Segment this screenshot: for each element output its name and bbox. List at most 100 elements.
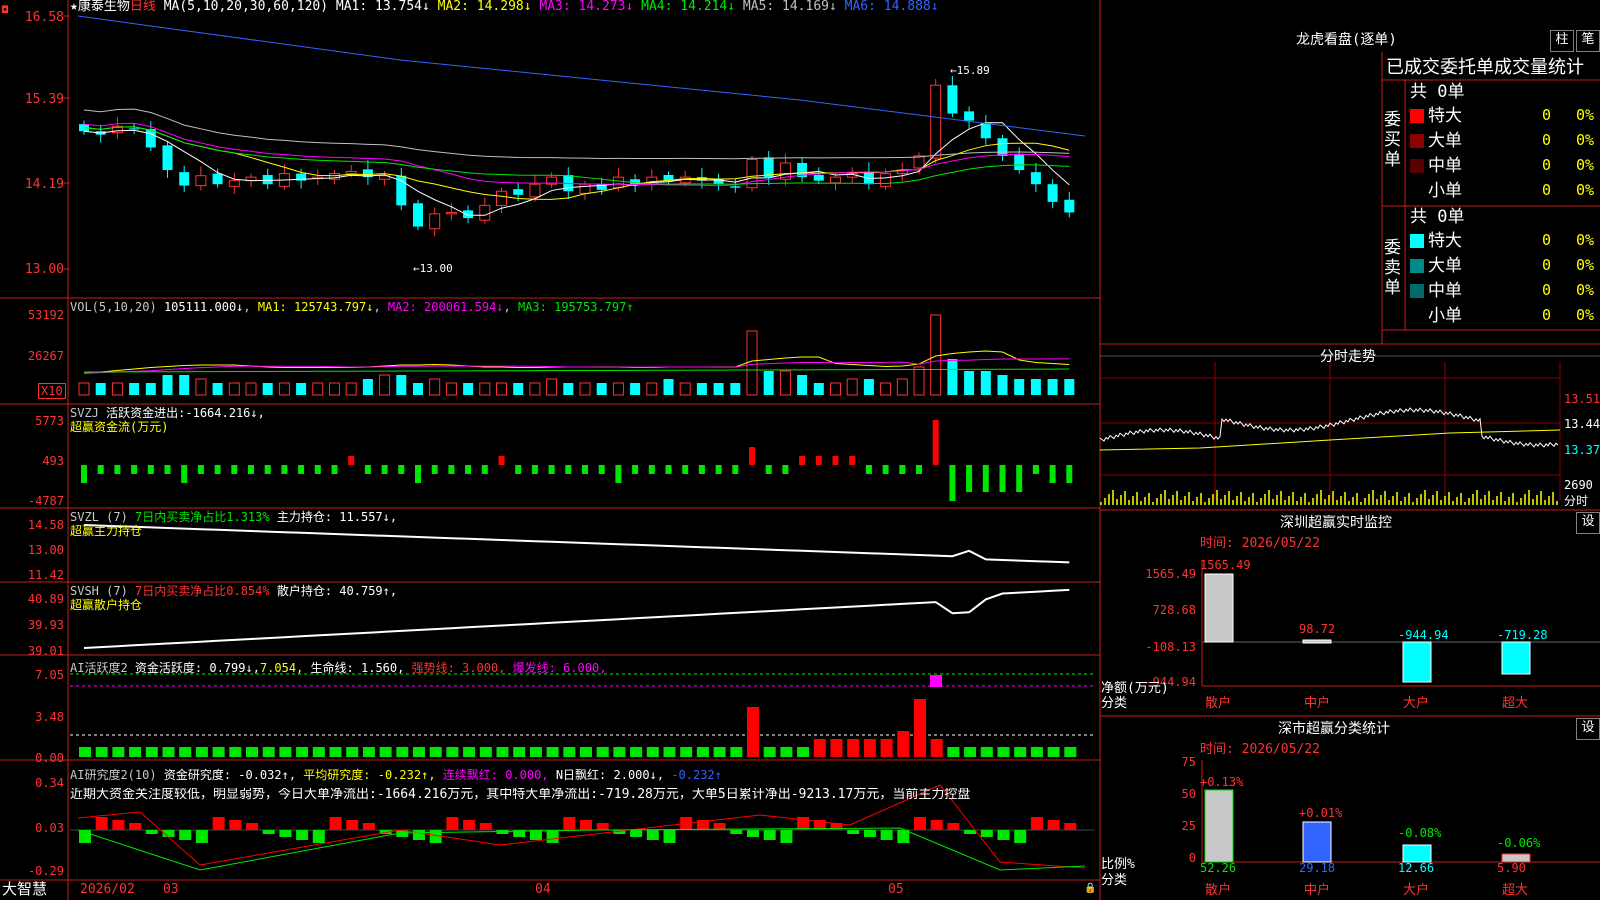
ai1-bar: [379, 747, 392, 757]
class-bar: [1204, 789, 1234, 863]
candle-down: [212, 173, 223, 185]
ai2-bar-pos: [446, 817, 459, 830]
ai1-bar: [663, 747, 676, 757]
vol-bar-down: [1064, 379, 1075, 395]
svzj-bar-neg: [515, 465, 522, 474]
candle-down: [463, 210, 474, 219]
timeline-month-05: 05: [888, 882, 904, 897]
candle-down: [763, 157, 774, 178]
intraday-vol-bar: [1324, 499, 1326, 505]
vol-bar-down: [947, 359, 958, 395]
candle-down: [730, 186, 741, 188]
order-row[interactable]: 小单: [1410, 181, 1462, 201]
candle-up: [479, 204, 491, 221]
vol-unit-badge[interactable]: X10: [38, 383, 66, 399]
order-row-label: 小单: [1428, 306, 1462, 326]
intraday-vol-bar: [1216, 490, 1218, 505]
order-row[interactable]: 大单: [1410, 131, 1462, 151]
ai2-bar-neg: [980, 830, 993, 837]
order-stats-title: 已成交委托单成交量统计: [1386, 57, 1584, 78]
ai2-bar-neg: [847, 830, 860, 834]
ai2-bar-neg: [747, 830, 759, 837]
candle-down: [813, 175, 824, 181]
star-icon[interactable]: ★: [70, 0, 78, 14]
ai2-bar-neg: [262, 830, 275, 834]
intraday-vol-bar: [1120, 495, 1122, 505]
ma-value: MA6: 14.888↓: [844, 0, 939, 14]
svzj-bar-neg: [131, 465, 138, 474]
period-label[interactable]: 日线: [130, 0, 156, 14]
order-row[interactable]: 特大: [1410, 231, 1462, 251]
intraday-vol-bar: [1516, 502, 1518, 505]
class-settings-button[interactable]: 设: [1576, 718, 1600, 740]
ai2-bar-neg: [413, 830, 425, 840]
ai1-bar: [847, 739, 860, 757]
order-row[interactable]: 中单: [1410, 156, 1462, 176]
vol-bar-up: [679, 382, 691, 396]
ai2-bar-pos: [229, 820, 242, 830]
tick-view-button[interactable]: 笔: [1576, 30, 1600, 52]
order-row-count: 0: [1542, 156, 1552, 174]
svzj-bar-neg: [698, 465, 705, 474]
ai2-val1: 资金研究度: -0.032↑,: [163, 768, 297, 782]
lock-icon[interactable]: 🔒: [1084, 882, 1096, 896]
ai2-bar-neg: [663, 830, 676, 843]
order-color-swatch: [1410, 184, 1424, 198]
ai1-bar: [513, 747, 526, 757]
intraday-vol-bar: [1312, 498, 1314, 505]
vol-bar-down: [162, 375, 173, 395]
candle-down: [179, 172, 190, 186]
ai1-bar: [730, 747, 743, 757]
bar-view-button[interactable]: 柱: [1550, 30, 1574, 52]
class-bar-value: 29.18: [1299, 861, 1336, 875]
monitor-settings-button[interactable]: 设: [1576, 512, 1600, 534]
intraday-vol-bar: [1136, 492, 1138, 505]
order-row[interactable]: 特大: [1410, 106, 1462, 126]
intraday-vol-bar: [1552, 492, 1554, 505]
brand-label[interactable]: 大智慧: [2, 882, 47, 897]
ai1-bar: [880, 739, 893, 757]
svsh-header: SVSH (7) 7日内买卖净占比0.854% 散户持仓: 40.759↑,: [70, 584, 397, 598]
vol-bar-down: [129, 383, 140, 395]
candle-up: [496, 190, 507, 206]
monitor-bar-value: 98.72: [1299, 622, 1336, 636]
ai1-bar: [279, 747, 292, 757]
intraday-vol-bar: [1264, 494, 1266, 505]
candle-down: [1047, 184, 1058, 202]
order-row-count: 0: [1542, 181, 1552, 199]
svzj-bar-neg: [1049, 465, 1056, 483]
svzj-bar-neg: [298, 465, 305, 474]
class-title: 深市超赢分类统计: [1278, 721, 1390, 737]
svzl-axis-top: 14.58: [27, 518, 64, 532]
vol-bar-down: [179, 375, 190, 395]
vol-value: 105111.000↓: [163, 300, 244, 314]
intraday-vol-bar: [1100, 502, 1102, 505]
order-row[interactable]: 大单: [1410, 256, 1462, 276]
class-ylabel: 比例%: [1101, 857, 1135, 872]
intraday-vol-bar: [1240, 492, 1242, 505]
intraday-vol-bar: [1204, 502, 1206, 505]
stock-name[interactable]: 康泰生物: [78, 0, 130, 14]
ma-values: MA1: 13.754↓ MA2: 14.298↓ MA3: 14.273↓ M…: [336, 0, 939, 14]
ai1-bar: [1014, 747, 1027, 757]
intraday-vol-bar: [1488, 491, 1490, 505]
ai2-cont: 连续飘红: 0.000,: [442, 768, 549, 782]
chart-canvas[interactable]: [0, 0, 1600, 900]
monitor-bar-value: -944.94: [1398, 628, 1449, 642]
ai1-bar: [947, 747, 960, 757]
intraday-vol-bar: [1504, 501, 1506, 505]
price-axis-label: 14.19: [24, 177, 64, 192]
buy-orders-label: 委买单: [1384, 110, 1401, 170]
intraday-vol-bar: [1224, 495, 1226, 505]
ai1-bar: [129, 747, 142, 757]
order-row[interactable]: 小单: [1410, 306, 1462, 326]
ai1-bar: [79, 747, 91, 757]
ai2-bar-neg: [997, 830, 1010, 840]
intraday-vol-bar: [1364, 498, 1366, 505]
sell-orders-label: 委卖单: [1384, 238, 1401, 298]
svzj-bar-neg: [431, 465, 438, 474]
order-row[interactable]: 中单: [1410, 281, 1462, 301]
class-cat-label: 大户: [1403, 883, 1430, 898]
candle-up: [345, 170, 357, 175]
ai1-bar: [479, 747, 492, 757]
